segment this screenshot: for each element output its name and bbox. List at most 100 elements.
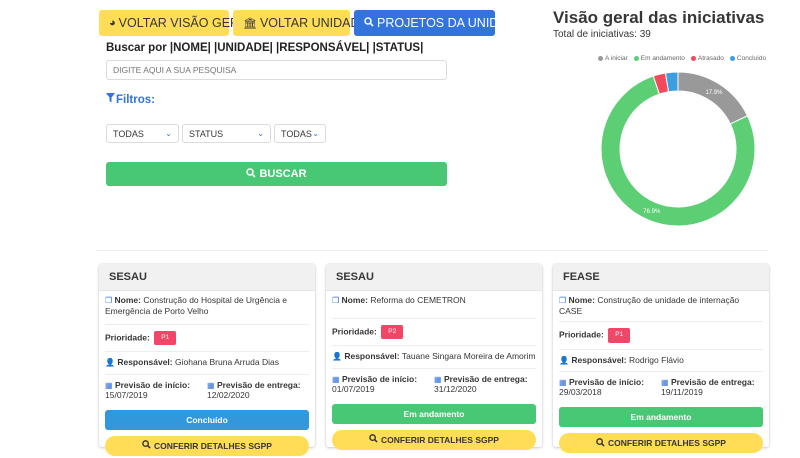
search-icon [369,434,378,445]
legend-item[interactable]: Em andamento [633,55,685,62]
documents-icon: ❐ [105,296,113,305]
chart-title: Visão geral das iniciativas [553,8,765,27]
priority-badge: P1 [608,328,631,343]
legend-item[interactable]: Atrasado [690,55,724,62]
filter-select-3-value: TODAS [281,128,312,139]
slice-label: 76.9% [643,209,661,215]
chart-legend: A iniciar Em andamento Atrasado Concluído [598,55,766,62]
priority-label: Prioridade: [332,326,377,337]
user-icon: 👤 [105,358,115,368]
filters-title: Filtros: [106,93,155,106]
projects-button[interactable]: PROJETOS DA UNIDADE [354,10,524,36]
user-icon: 👤 [559,355,569,365]
filter-select-status-value: STATUS [189,128,224,139]
status-button[interactable]: Em andamento [559,407,763,428]
search-input[interactable] [106,60,447,80]
responsible-label: Responsável: [571,354,627,365]
responsible-name: Giohana Bruna Arruda Dias [175,357,279,368]
filter-select-3[interactable]: TODAS ⌄ [274,124,326,143]
responsible-label: Responsável: [117,357,173,368]
details-button[interactable]: CONFERIR DETALHES SGPP [559,433,763,454]
priority-badge: P1 [154,331,177,346]
name-label: Nome: [114,295,141,305]
filters-label: Filtros: [116,93,155,106]
details-button[interactable]: CONFERIR DETALHES SGPP [105,435,309,456]
units-button[interactable]: 🏛 VOLTAR UNIDADES [233,10,376,36]
start-date: 01/07/2019 [332,383,375,394]
project-card: SESAU ❐ Nome: Reforma do CEMETRON Priori… [326,264,542,450]
chevron-down-icon: ⌄ [257,129,264,138]
responsible-name: Rodrigo Flávio [629,354,684,365]
end-label: Previsão de entrega: [216,379,301,390]
search-label: Buscar por |NOME| |UNIDADE| |RESPONSÁVEL… [106,42,424,54]
end-date: 19/11/2019 [661,387,703,398]
user-icon: 👤 [332,352,342,362]
calendar-icon: ▦ [332,374,340,384]
name-label: Nome: [341,295,368,305]
end-date: 12/02/2020 [207,389,250,400]
details-button-label: CONFERIR DETALHES SGPP [154,440,272,451]
details-button[interactable]: CONFERIR DETALHES SGPP [332,429,536,450]
status-button[interactable]: Concluído [105,409,309,430]
legend-item[interactable]: Concluído [729,55,767,62]
search-button-label: BUSCAR [259,168,307,180]
search-button[interactable]: BUSCAR [106,162,447,186]
legend-label: Em andamento [640,55,685,62]
start-date: 15/07/2019 [105,389,148,400]
search-icon [364,16,374,30]
filter-select-status[interactable]: STATUS ⌄ [182,124,271,143]
legend-label: Atrasado [697,55,724,62]
search-icon [142,440,151,451]
card-unit: SESAU [99,264,315,291]
overview-button[interactable]: ◕ VOLTAR VISÃO GERAL [99,10,254,36]
name-label: Nome: [568,295,595,305]
start-label: Previsão de início: [114,379,191,390]
end-label: Previsão de entrega: [670,377,755,388]
donut-slice[interactable] [677,71,749,125]
institution-icon: 🏛 [243,17,257,30]
slice-label: 17.9% [705,90,723,96]
search-icon [596,437,605,449]
start-label: Previsão de início: [568,377,645,388]
details-button-label: CONFERIR DETALHES SGPP [381,434,499,445]
legend-swatch [598,56,603,61]
legend-label: A iniciar [605,55,628,62]
start-label: Previsão de início: [341,373,418,384]
legend-item[interactable]: A iniciar [598,55,628,62]
projects-button-label: PROJETOS DA UNIDADE [377,16,525,30]
responsible-label: Responsável: [344,351,400,362]
donut-chart: 17.9% 76.9% [600,71,756,227]
calendar-icon: ▦ [207,380,215,390]
calendar-icon: ▦ [661,378,669,388]
filter-select-1-value: TODAS [113,128,144,139]
pie-chart-icon: ◕ [109,17,116,29]
details-button-label: CONFERIR DETALHES SGPP [608,438,726,449]
filter-select-1[interactable]: TODAS ⌄ [106,124,179,143]
priority-label: Prioridade: [559,329,604,340]
responsible-name: Tauane Singara Moreira de Amorim [401,351,536,362]
legend-swatch [729,56,735,61]
calendar-icon: ▦ [559,378,567,388]
legend-swatch [690,56,696,61]
status-button[interactable]: Em andamento [332,403,536,424]
start-date: 29/03/2018 [559,387,602,398]
legend-label: Concluído [736,55,767,62]
nav-buttons: ◕ VOLTAR VISÃO GERAL 🏛 VOLTAR UNIDADES P… [99,10,524,36]
project-card: SESAU ❐ Nome: Construção do Hospital de … [99,264,315,456]
card-unit: SESAU [326,264,542,291]
legend-swatch [633,56,639,61]
chart-total: Total de iniciativas: 39 [553,29,651,40]
calendar-icon: ▦ [105,380,113,390]
card-unit: FEASE [553,264,769,291]
documents-icon: ❐ [332,296,340,305]
divider [96,250,768,251]
end-date: 31/12/2020 [434,383,477,394]
calendar-icon: ▦ [434,374,442,384]
filters-row: TODAS ⌄ STATUS ⌄ TODAS ⌄ [106,124,326,143]
priority-badge: P2 [381,325,404,340]
end-label: Previsão de entrega: [443,373,528,384]
chevron-down-icon: ⌄ [312,129,319,138]
priority-label: Prioridade: [105,332,150,343]
project-name: Reforma do CEMETRON [370,295,466,305]
documents-icon: ❐ [559,296,567,305]
